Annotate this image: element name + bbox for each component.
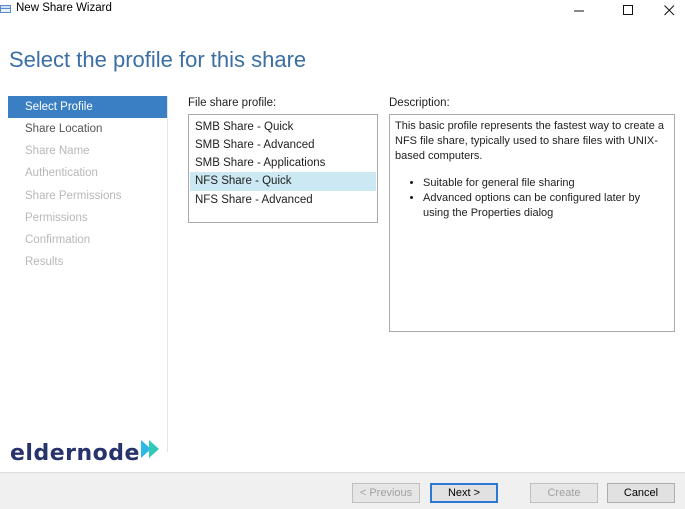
nav-item-confirmation: Confirmation [25,234,91,246]
wizard-app-icon [0,5,11,13]
nav-item-share-location[interactable]: Share Location [8,118,167,140]
nav-item-permissions: Permissions [25,212,88,224]
next-button[interactable]: Next > [430,483,498,503]
eldernode-logo: eldernode [10,437,163,469]
description-box: This basic profile represents the fastes… [389,114,675,332]
create-button[interactable]: Create [530,483,598,503]
close-icon [663,4,674,15]
nav-item-share-name: Share Name [25,145,90,157]
logo-text: eldernode [10,440,140,466]
profile-list-label: File share profile: [188,97,277,109]
minimize-button[interactable] [557,0,601,20]
title-bar: New Share Wizard [0,0,685,20]
nav-item-authentication: Authentication [25,167,98,179]
list-item-smb-advanced[interactable]: SMB Share - Advanced [190,136,376,155]
close-button[interactable] [647,0,685,20]
nav-item-select-profile[interactable]: Select Profile [8,96,167,118]
previous-button[interactable]: < Previous [352,483,420,503]
list-item-nfs-quick[interactable]: NFS Share - Quick [190,172,376,191]
list-item-nfs-advanced[interactable]: NFS Share - Advanced [190,191,376,210]
maximize-button[interactable] [606,0,650,20]
cancel-button[interactable]: Cancel [607,483,675,503]
nav-item-share-permissions: Share Permissions [25,190,122,202]
page-title: Select the profile for this share [9,47,307,72]
minimize-icon [573,10,584,11]
description-bullet: Suitable for general file sharing [423,176,669,191]
description-bullet: Advanced options can be configured later… [423,191,669,221]
play-arrows-icon [140,440,159,458]
description-text: This basic profile represents the fastes… [395,120,665,162]
window-title: New Share Wizard [16,2,112,14]
nav-divider [167,96,168,452]
description-bullets: Suitable for general file sharing Advanc… [395,176,669,221]
maximize-icon [622,4,633,15]
nav-item-results: Results [25,256,64,268]
profile-listbox[interactable]: SMB Share - Quick SMB Share - Advanced S… [188,114,378,223]
description-label: Description: [389,97,450,109]
list-item-smb-applications[interactable]: SMB Share - Applications [190,154,376,173]
list-item-smb-quick[interactable]: SMB Share - Quick [190,118,376,137]
